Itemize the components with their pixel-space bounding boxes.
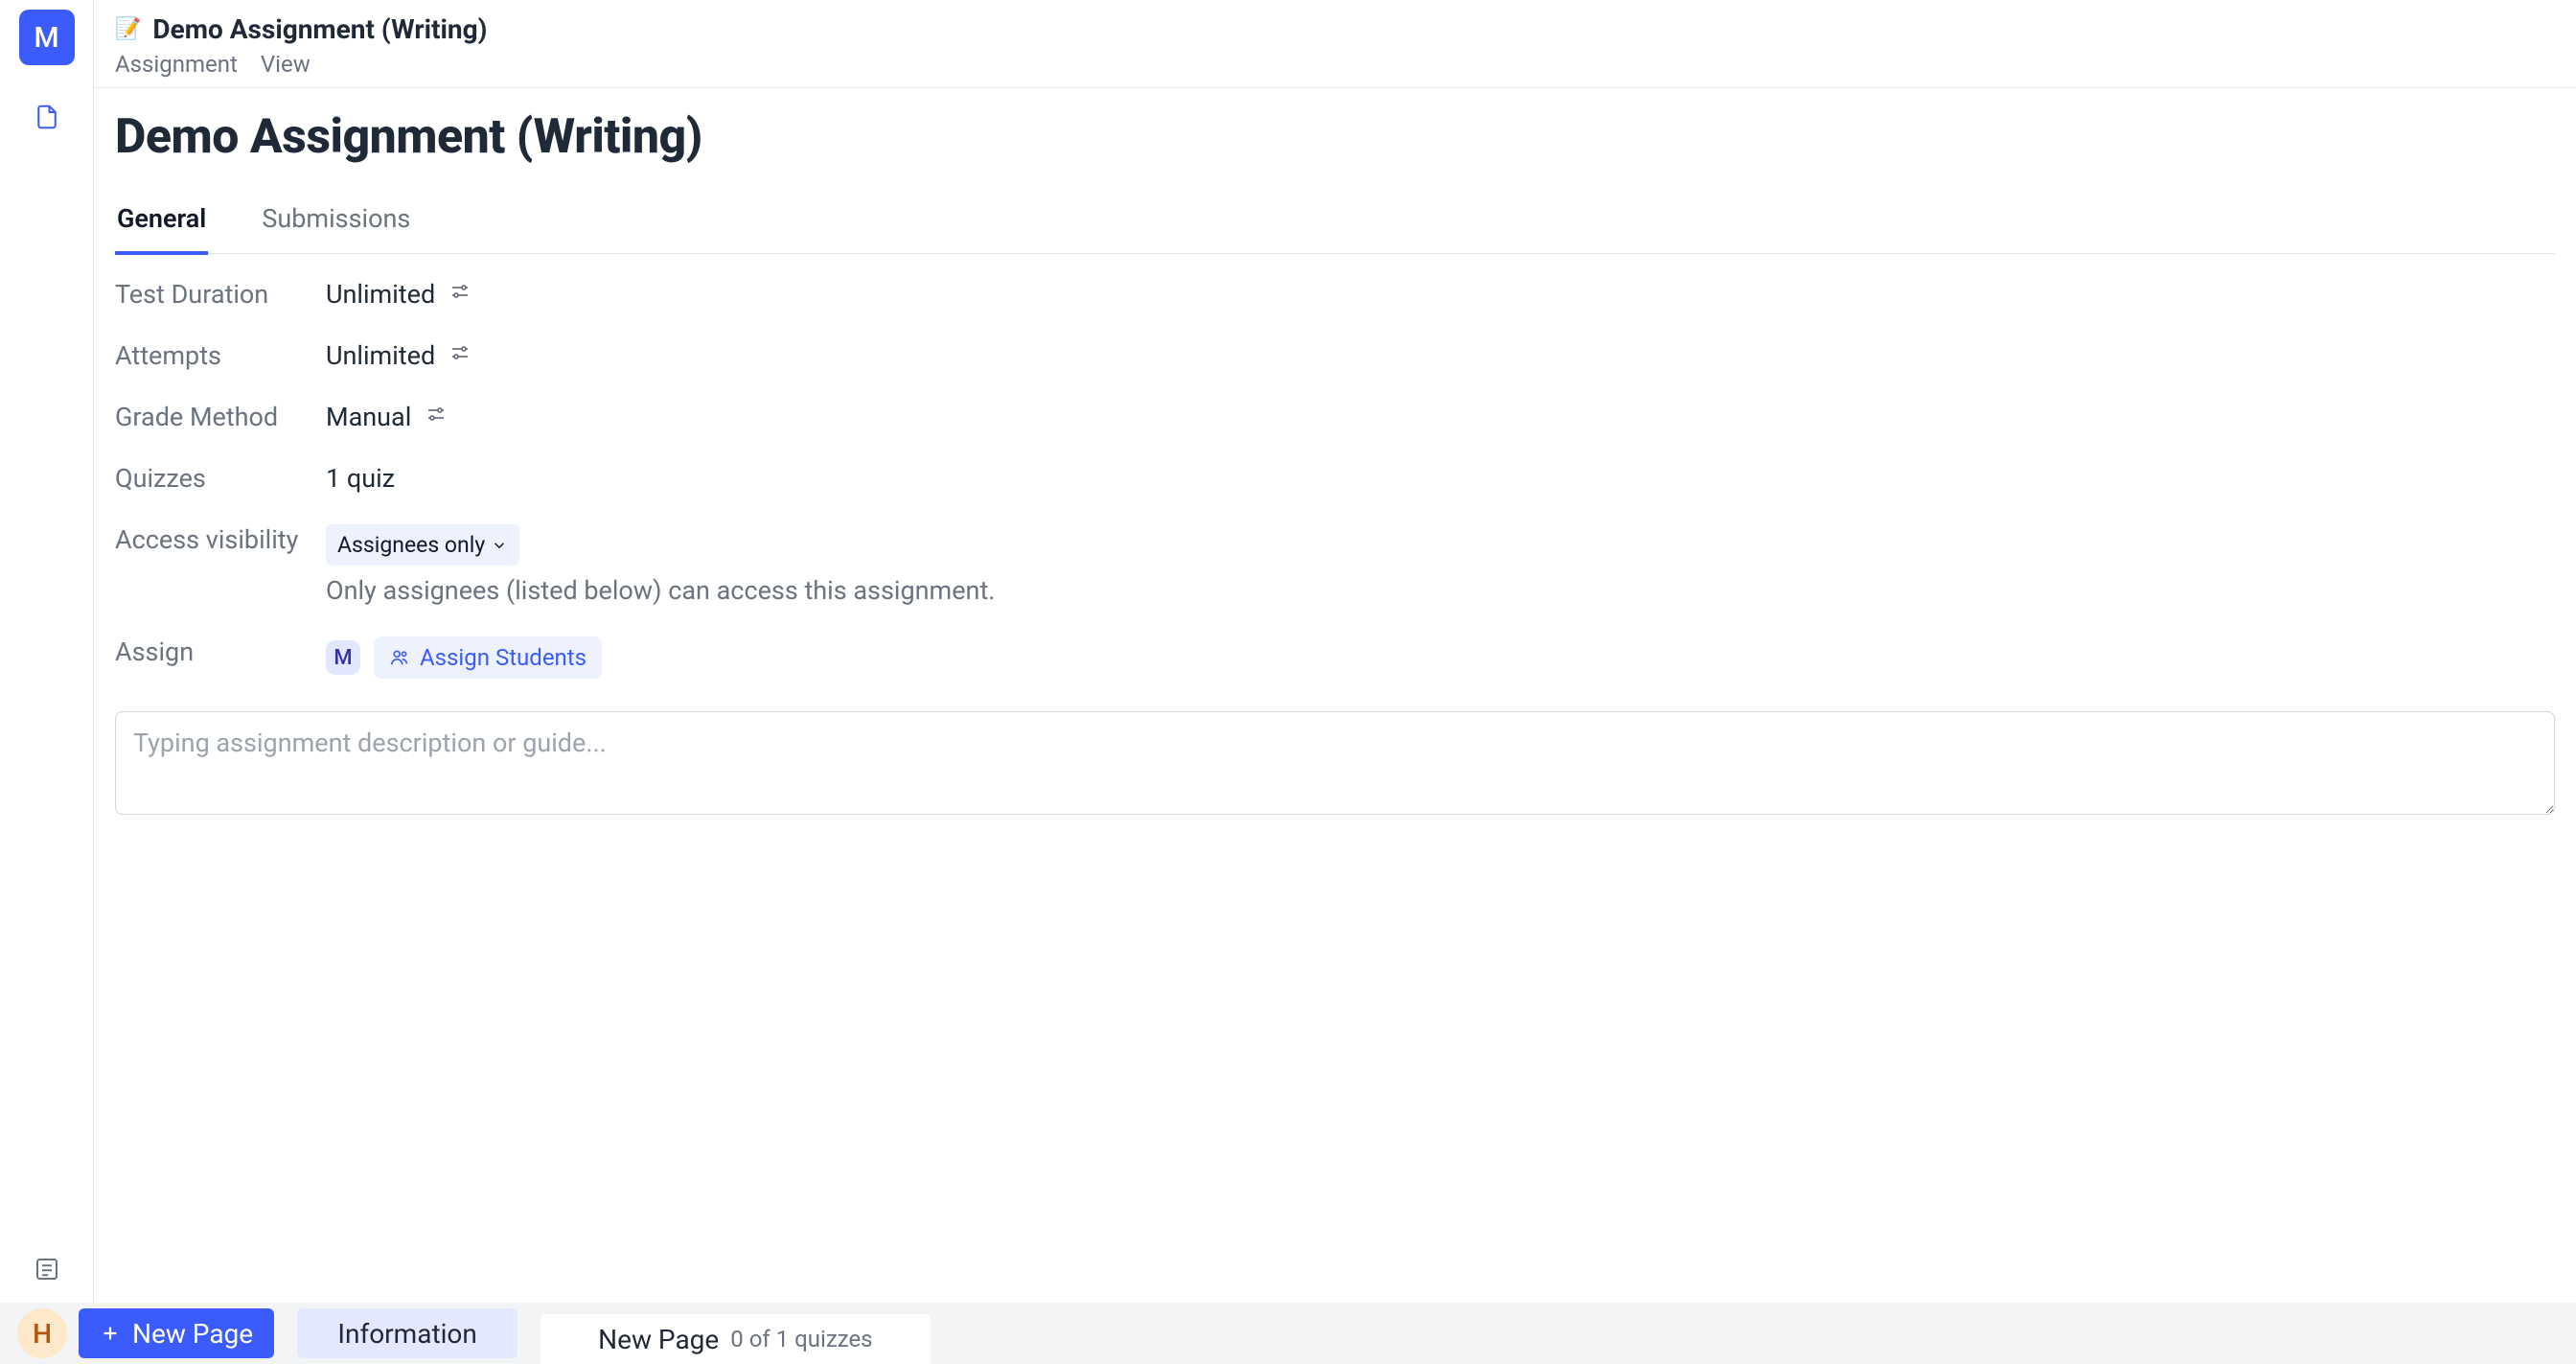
menu-view[interactable]: View [261, 51, 310, 78]
value-grade-method: Manual [326, 402, 2555, 432]
user-avatar[interactable]: H [17, 1308, 67, 1358]
chevron-down-icon [491, 537, 508, 554]
value-attempts: Unlimited [326, 340, 2555, 371]
label-quizzes: Quizzes [115, 463, 326, 494]
menu-assignment[interactable]: Assignment [115, 51, 238, 78]
bottombar: H New Page Information New Page 0 of 1 q… [0, 1303, 2576, 1364]
label-grade-method: Grade Method [115, 402, 326, 432]
new-page-button[interactable]: New Page [79, 1308, 274, 1358]
topbar-menu: Assignment View [115, 51, 2555, 78]
memo-icon: 📝 [115, 17, 141, 41]
assignee-avatar[interactable]: M [326, 640, 360, 675]
label-test-duration: Test Duration [115, 279, 326, 310]
edit-attempts[interactable] [448, 340, 472, 371]
label-attempts: Attempts [115, 340, 326, 371]
page-title: Demo Assignment (Writing) [115, 109, 2555, 165]
tab-submissions[interactable]: Submissions [260, 194, 412, 253]
value-test-duration: Unlimited [326, 279, 2555, 310]
information-button[interactable]: Information [297, 1308, 518, 1358]
workspace-avatar[interactable]: M [19, 10, 75, 65]
users-icon [389, 647, 410, 668]
edit-test-duration[interactable] [448, 279, 472, 310]
access-visibility-select[interactable]: Assignees only [326, 524, 519, 566]
page-tab[interactable]: New Page 0 of 1 quizzes [540, 1314, 930, 1364]
label-access-visibility: Access visibility [115, 524, 326, 555]
document-icon[interactable] [30, 100, 64, 134]
main-content: Demo Assignment (Writing) General Submis… [94, 88, 2576, 1303]
plus-icon [100, 1323, 121, 1344]
access-visibility-hint: Only assignees (listed below) can access… [326, 575, 2555, 606]
description-input[interactable] [115, 711, 2555, 815]
label-assign: Assign [115, 636, 326, 667]
tab-general[interactable]: General [115, 194, 208, 255]
topbar: 📝 Demo Assignment (Writing) Assignment V… [94, 0, 2576, 88]
list-icon[interactable] [33, 1255, 61, 1287]
value-quizzes: 1 quiz [326, 463, 2555, 494]
assign-students-button[interactable]: Assign Students [374, 636, 602, 679]
tabbar: General Submissions [115, 194, 2555, 254]
edit-grade-method[interactable] [425, 402, 448, 432]
topbar-title: Demo Assignment (Writing) [152, 13, 487, 45]
sidebar-rail: M [0, 0, 94, 1364]
